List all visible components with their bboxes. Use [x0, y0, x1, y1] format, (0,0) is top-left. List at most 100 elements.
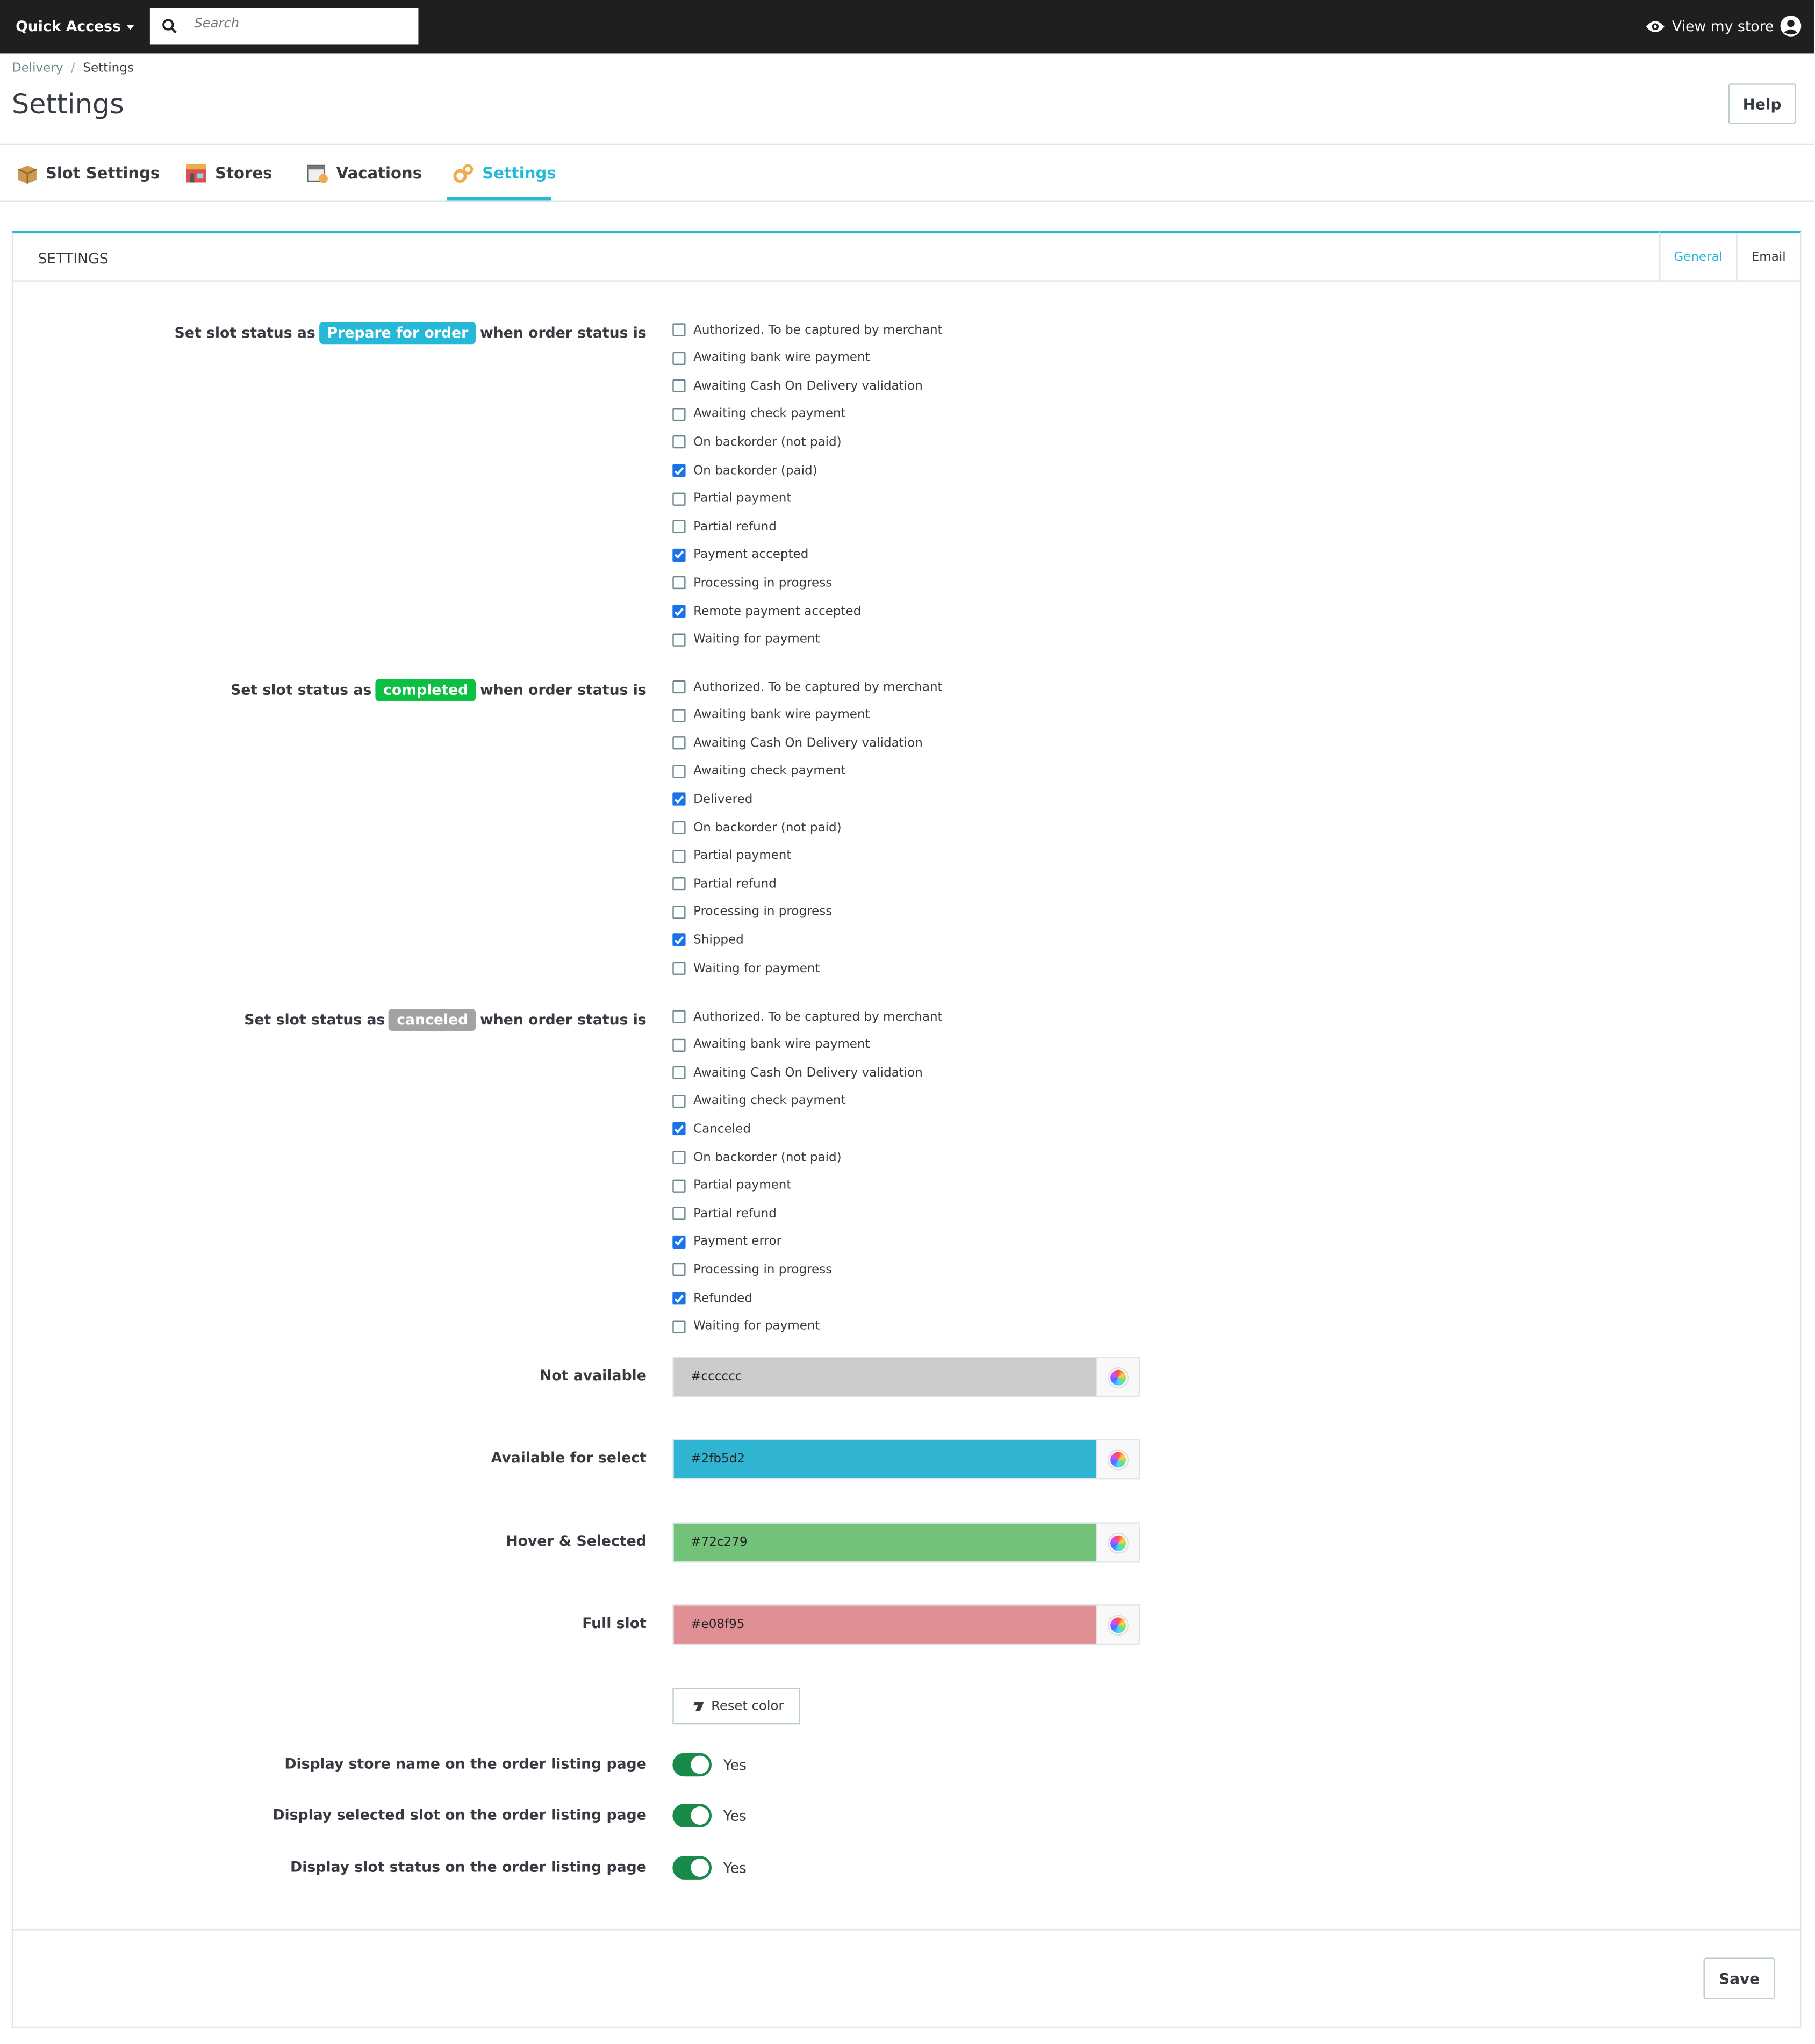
checkbox[interactable]	[672, 1263, 686, 1277]
order-status-checkbox-row[interactable]: Canceled	[672, 1120, 751, 1138]
tab-vacations[interactable]: Vacations	[306, 163, 422, 184]
eraser-icon	[690, 1701, 704, 1711]
order-status-checkbox-row[interactable]: Awaiting Cash On Delivery validation	[672, 734, 923, 752]
color-value-input[interactable]: #2fb5d2	[673, 1440, 1097, 1478]
order-status-checkbox-row[interactable]: Refunded	[672, 1289, 752, 1307]
order-status-checkbox-row[interactable]: Awaiting Cash On Delivery validation	[672, 1064, 923, 1082]
checkbox[interactable]	[672, 1010, 686, 1023]
checkbox[interactable]	[672, 905, 686, 919]
checkbox[interactable]	[672, 407, 686, 421]
checkbox-checked[interactable]	[672, 1122, 686, 1136]
tab-slot-settings[interactable]: Slot Settings	[16, 163, 160, 184]
color-value-input[interactable]: #72c279	[673, 1523, 1097, 1562]
order-status-checkbox-row[interactable]: Partial refund	[672, 1204, 777, 1223]
checkbox[interactable]	[672, 821, 686, 834]
breadcrumb-parent[interactable]: Delivery	[12, 61, 63, 76]
reset-color-button[interactable]: Reset color	[672, 1688, 800, 1725]
tab-email[interactable]: Email	[1736, 233, 1800, 281]
order-status-checkbox-row[interactable]: Authorized. To be captured by merchant	[672, 1008, 943, 1026]
checkbox-checked[interactable]	[672, 464, 686, 477]
checkbox[interactable]	[672, 736, 686, 750]
user-account-icon[interactable]	[1780, 16, 1802, 37]
order-status-checkbox-row[interactable]: Delivered	[672, 790, 752, 808]
quick-access-dropdown[interactable]: Quick Access	[16, 18, 134, 35]
checkbox[interactable]	[672, 1066, 686, 1080]
toggle-switch[interactable]	[672, 1804, 712, 1827]
order-status-checkbox-row[interactable]: Awaiting check payment	[672, 762, 846, 780]
toggle-switch[interactable]	[672, 1753, 712, 1777]
order-status-checkbox-row[interactable]: Partial payment	[672, 490, 791, 508]
order-status-checkbox-row[interactable]: Processing in progress	[672, 574, 832, 592]
checkbox[interactable]	[672, 435, 686, 449]
tab-stores[interactable]: Stores	[185, 163, 272, 184]
order-status-checkbox-row[interactable]: Waiting for payment	[672, 959, 820, 978]
rule-label: Set slot status as Prepare for order when …	[175, 321, 647, 345]
order-status-checkbox-row[interactable]: Payment error	[672, 1233, 781, 1251]
help-button[interactable]: Help	[1728, 83, 1796, 124]
checkbox[interactable]	[672, 1094, 686, 1108]
checkbox[interactable]	[672, 849, 686, 863]
save-button[interactable]: Save	[1703, 1957, 1775, 1999]
order-status-checkbox-row[interactable]: Partial payment	[672, 847, 791, 865]
checkbox[interactable]	[672, 1319, 686, 1333]
checkbox[interactable]	[672, 962, 686, 975]
order-status-checkbox-row[interactable]: Awaiting bank wire payment	[672, 1036, 870, 1054]
panel-footer-divider	[11, 1929, 1802, 1931]
order-status-checkbox-row[interactable]: On backorder (not paid)	[672, 1148, 842, 1166]
checkbox[interactable]	[672, 708, 686, 722]
tab-settings[interactable]: Settings	[452, 163, 556, 184]
checkbox-checked[interactable]	[672, 1235, 686, 1249]
order-status-checkbox-row[interactable]: Awaiting bank wire payment	[672, 349, 870, 367]
view-my-store-link[interactable]: View my store	[1645, 16, 1802, 37]
order-status-checkbox-row[interactable]: Authorized. To be captured by merchant	[672, 678, 943, 696]
order-status-checkbox-row[interactable]: Waiting for payment	[672, 630, 820, 649]
order-status-checkbox-row[interactable]: Awaiting check payment	[672, 1092, 846, 1110]
order-status-checkbox-row[interactable]: Partial payment	[672, 1177, 791, 1195]
order-status-checkbox-row[interactable]: Processing in progress	[672, 903, 832, 921]
search-input[interactable]	[191, 16, 406, 33]
order-status-checkbox-row[interactable]: Authorized. To be captured by merchant	[672, 321, 943, 339]
order-status-checkbox-row[interactable]: Shipped	[672, 931, 744, 949]
order-status-checkbox-row[interactable]: Waiting for payment	[672, 1317, 820, 1336]
checkbox[interactable]	[672, 1151, 686, 1164]
color-value-input[interactable]: #cccccc	[673, 1358, 1097, 1396]
checkbox-checked[interactable]	[672, 1292, 686, 1305]
checkbox[interactable]	[672, 764, 686, 778]
tab-general[interactable]: General	[1659, 231, 1737, 281]
checkbox[interactable]	[672, 351, 686, 365]
order-status-checkbox-row[interactable]: Awaiting bank wire payment	[672, 706, 870, 724]
order-status-checkbox-row[interactable]: Processing in progress	[672, 1261, 832, 1279]
order-status-checkbox-row[interactable]: On backorder (paid)	[672, 461, 817, 479]
color-value-input[interactable]: #e08f95	[673, 1605, 1097, 1644]
color-picker-button[interactable]	[1096, 1358, 1139, 1396]
order-status-checkbox-row[interactable]: Partial refund	[672, 518, 777, 536]
checkbox[interactable]	[672, 520, 686, 534]
checkbox-checked[interactable]	[672, 605, 686, 618]
checkbox[interactable]	[672, 379, 686, 393]
toggle-switch[interactable]	[672, 1856, 712, 1880]
checkbox[interactable]	[672, 1038, 686, 1051]
order-status-checkbox-row[interactable]: Awaiting Cash On Delivery validation	[672, 377, 923, 395]
checkbox-checked[interactable]	[672, 548, 686, 562]
checkbox[interactable]	[672, 680, 686, 694]
color-picker-button[interactable]	[1096, 1605, 1139, 1644]
order-status-checkbox-row[interactable]: On backorder (not paid)	[672, 433, 842, 451]
search-box[interactable]	[149, 8, 419, 45]
checkbox[interactable]	[672, 1207, 686, 1221]
order-status-checkbox-row[interactable]: Remote payment accepted	[672, 602, 861, 620]
checkbox[interactable]	[672, 633, 686, 646]
checkbox[interactable]	[672, 323, 686, 336]
checkbox[interactable]	[672, 576, 686, 590]
checkbox[interactable]	[672, 1179, 686, 1192]
color-picker-button[interactable]	[1096, 1440, 1139, 1478]
checkbox-checked[interactable]	[672, 934, 686, 947]
checkbox-checked[interactable]	[672, 793, 686, 806]
checkbox[interactable]	[672, 492, 686, 505]
order-status-checkbox-row[interactable]: On backorder (not paid)	[672, 819, 842, 837]
color-picker-button[interactable]	[1096, 1523, 1139, 1562]
check-icon	[674, 467, 684, 475]
order-status-checkbox-row[interactable]: Partial refund	[672, 875, 777, 893]
order-status-checkbox-row[interactable]: Payment accepted	[672, 546, 808, 564]
checkbox[interactable]	[672, 877, 686, 891]
order-status-checkbox-row[interactable]: Awaiting check payment	[672, 405, 846, 424]
